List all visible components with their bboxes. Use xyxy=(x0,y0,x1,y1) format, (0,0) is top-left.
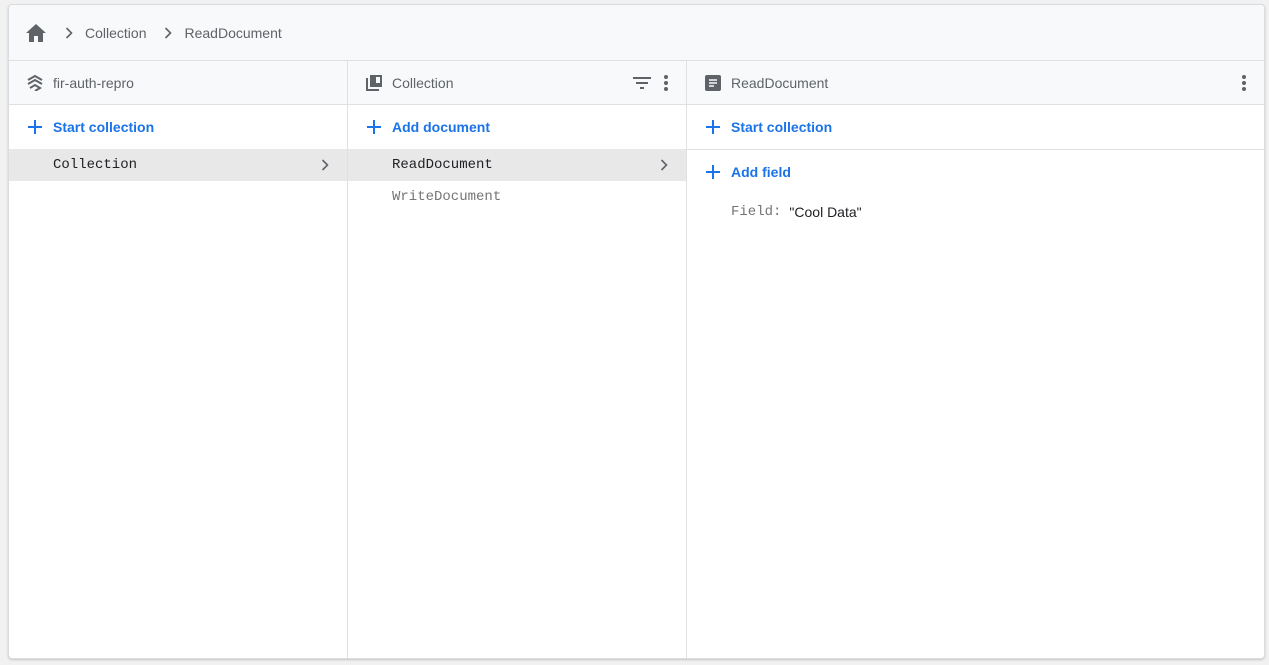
root-panel: fir-auth-repro Start collection Collecti… xyxy=(9,61,348,658)
start-collection-button[interactable]: Start collection xyxy=(9,105,347,149)
breadcrumb-item-document[interactable]: ReadDocument xyxy=(184,25,281,41)
collection-panel-title: Collection xyxy=(392,74,454,91)
add-document-button[interactable]: Add document xyxy=(348,105,686,149)
start-collection-label: Start collection xyxy=(53,119,155,135)
database-icon xyxy=(25,73,45,93)
field-key: Field: xyxy=(731,204,782,220)
add-document-label: Add document xyxy=(392,119,490,135)
document-panel-header: ReadDocument xyxy=(687,61,1264,105)
breadcrumb-item-collection[interactable]: Collection xyxy=(85,25,146,41)
collection-icon xyxy=(364,73,384,93)
home-icon[interactable] xyxy=(25,22,47,44)
plus-icon xyxy=(703,162,723,182)
document-panel: ReadDocument Start collection Add field xyxy=(687,61,1264,658)
field-value: "Cool Data" xyxy=(789,204,862,220)
chevron-right-icon xyxy=(315,155,335,175)
list-item-label: Collection xyxy=(53,157,138,173)
document-panel-title: ReadDocument xyxy=(731,74,829,91)
list-item[interactable]: Collection xyxy=(9,149,347,181)
start-collection-label: Start collection xyxy=(731,119,833,135)
more-vert-icon[interactable] xyxy=(1232,71,1256,95)
chevron-right-icon xyxy=(57,21,81,45)
filter-icon[interactable] xyxy=(630,71,654,95)
root-panel-title: fir-auth-repro xyxy=(53,74,134,91)
chevron-right-icon xyxy=(156,21,180,45)
add-field-button[interactable]: Add field xyxy=(687,150,1264,194)
field-row[interactable]: Field: "Cool Data" xyxy=(687,196,1264,228)
root-panel-header: fir-auth-repro xyxy=(9,61,347,105)
panels: fir-auth-repro Start collection Collecti… xyxy=(9,61,1264,658)
collection-panel: Collection Add document ReadDocument Wri… xyxy=(348,61,687,658)
document-icon xyxy=(703,73,723,93)
firestore-data-viewer: Collection ReadDocument fir-auth-repro S… xyxy=(8,4,1265,659)
plus-icon xyxy=(25,117,45,137)
plus-icon xyxy=(364,117,384,137)
list-item-label: ReadDocument xyxy=(392,157,493,173)
breadcrumb: Collection ReadDocument xyxy=(9,5,1264,61)
chevron-right-icon xyxy=(654,155,674,175)
list-item[interactable]: WriteDocument xyxy=(348,181,686,213)
list-item[interactable]: ReadDocument xyxy=(348,149,686,181)
plus-icon xyxy=(703,117,723,137)
add-field-label: Add field xyxy=(731,164,791,180)
collection-panel-header: Collection xyxy=(348,61,686,105)
list-item-label: WriteDocument xyxy=(392,189,502,205)
start-collection-button[interactable]: Start collection xyxy=(687,105,1264,149)
more-vert-icon[interactable] xyxy=(654,71,678,95)
